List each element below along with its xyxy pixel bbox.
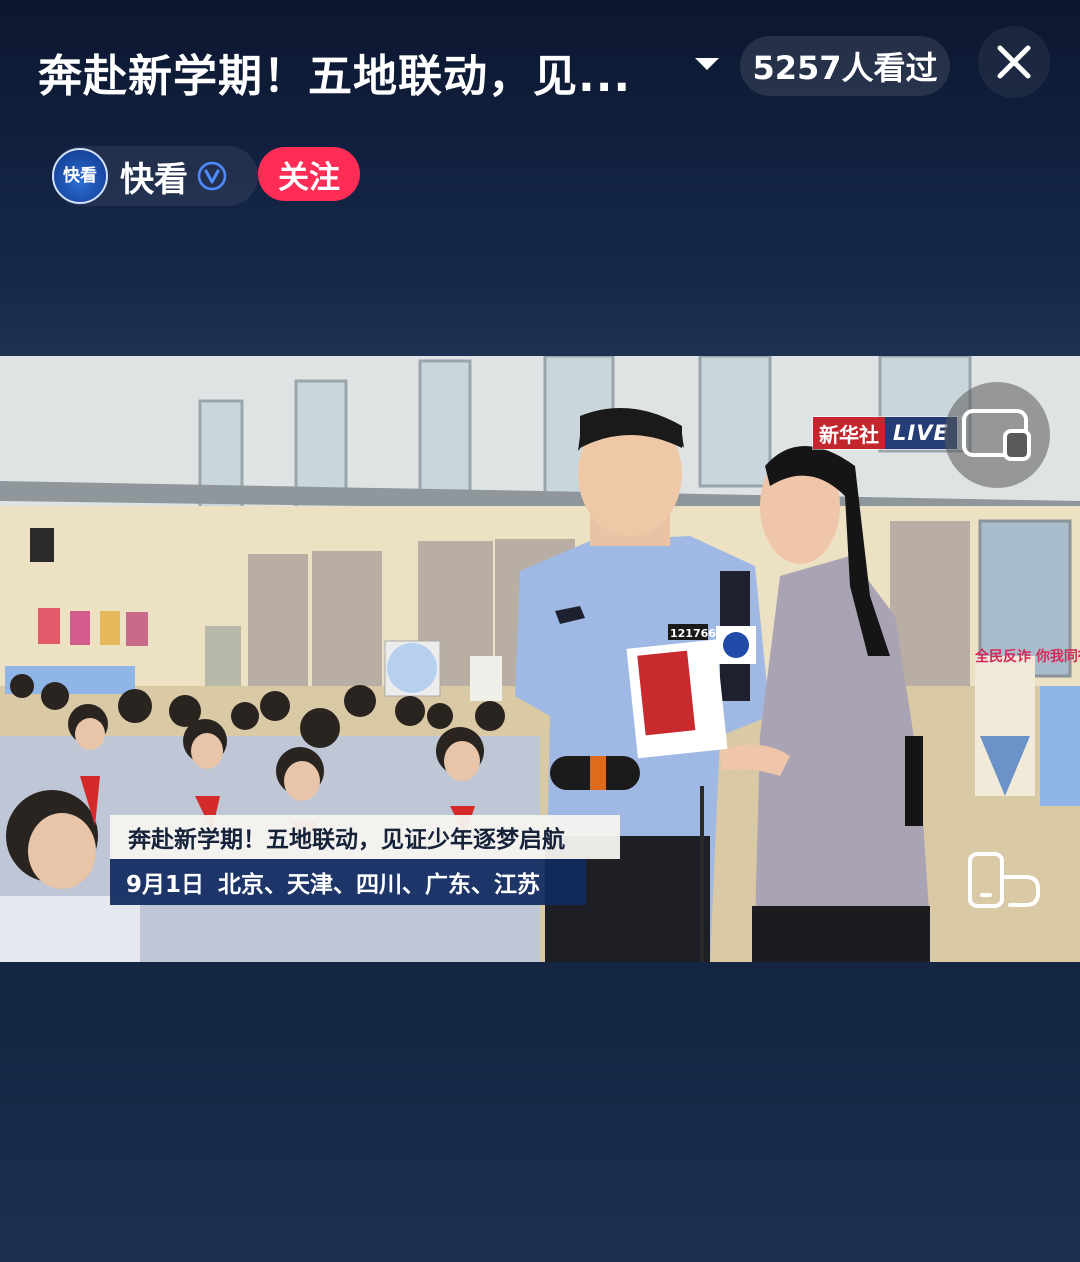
channel-name[interactable]: 快看 [120, 152, 188, 201]
video-title: 奔赴新学期！五地联动，见... [38, 51, 632, 102]
caption-places: 北京、天津、四川、广东、江苏 [218, 872, 541, 898]
caption-date: 9月1日 [126, 872, 205, 898]
dropdown-arrow-icon [695, 58, 719, 70]
close-button[interactable] [978, 26, 1050, 98]
rotate-screen-icon [968, 852, 1040, 908]
channel-info[interactable]: 快看 快看 [52, 146, 258, 206]
avatar-text: 快看 [63, 165, 97, 186]
caption-title: 奔赴新学期！五地联动，见证少年逐梦启航 [110, 815, 620, 859]
book [626, 639, 728, 759]
close-icon [997, 45, 1031, 79]
picture-in-picture-icon [962, 409, 1031, 461]
verified-icon [197, 161, 227, 191]
officer-badge-number: 121766 [670, 627, 716, 640]
caption-subtitle: 9月1日 北京、天津、四川、广东、江苏 [110, 859, 586, 905]
title-expand-button[interactable] [690, 52, 724, 76]
follow-button[interactable]: 关注 [258, 147, 360, 201]
wall-sign-text: 全民反诈 你我同行 [974, 648, 1080, 665]
rotate-screen-button[interactable] [960, 846, 1050, 916]
picture-in-picture-button[interactable] [944, 382, 1050, 488]
live-badge: 新华社 LIVE [812, 416, 962, 450]
live-badge-brand: 新华社 [813, 417, 885, 449]
channel-avatar[interactable]: 快看 [52, 148, 108, 204]
viewer-count: 5257人看过 [740, 36, 950, 96]
video-player[interactable]: 121766 全民反诈 你我同行 新华社 LIVE [0, 356, 1080, 962]
caption-lower-third: 奔赴新学期！五地联动，见证少年逐梦启航 9月1日 北京、天津、四川、广东、江苏 [110, 815, 620, 905]
